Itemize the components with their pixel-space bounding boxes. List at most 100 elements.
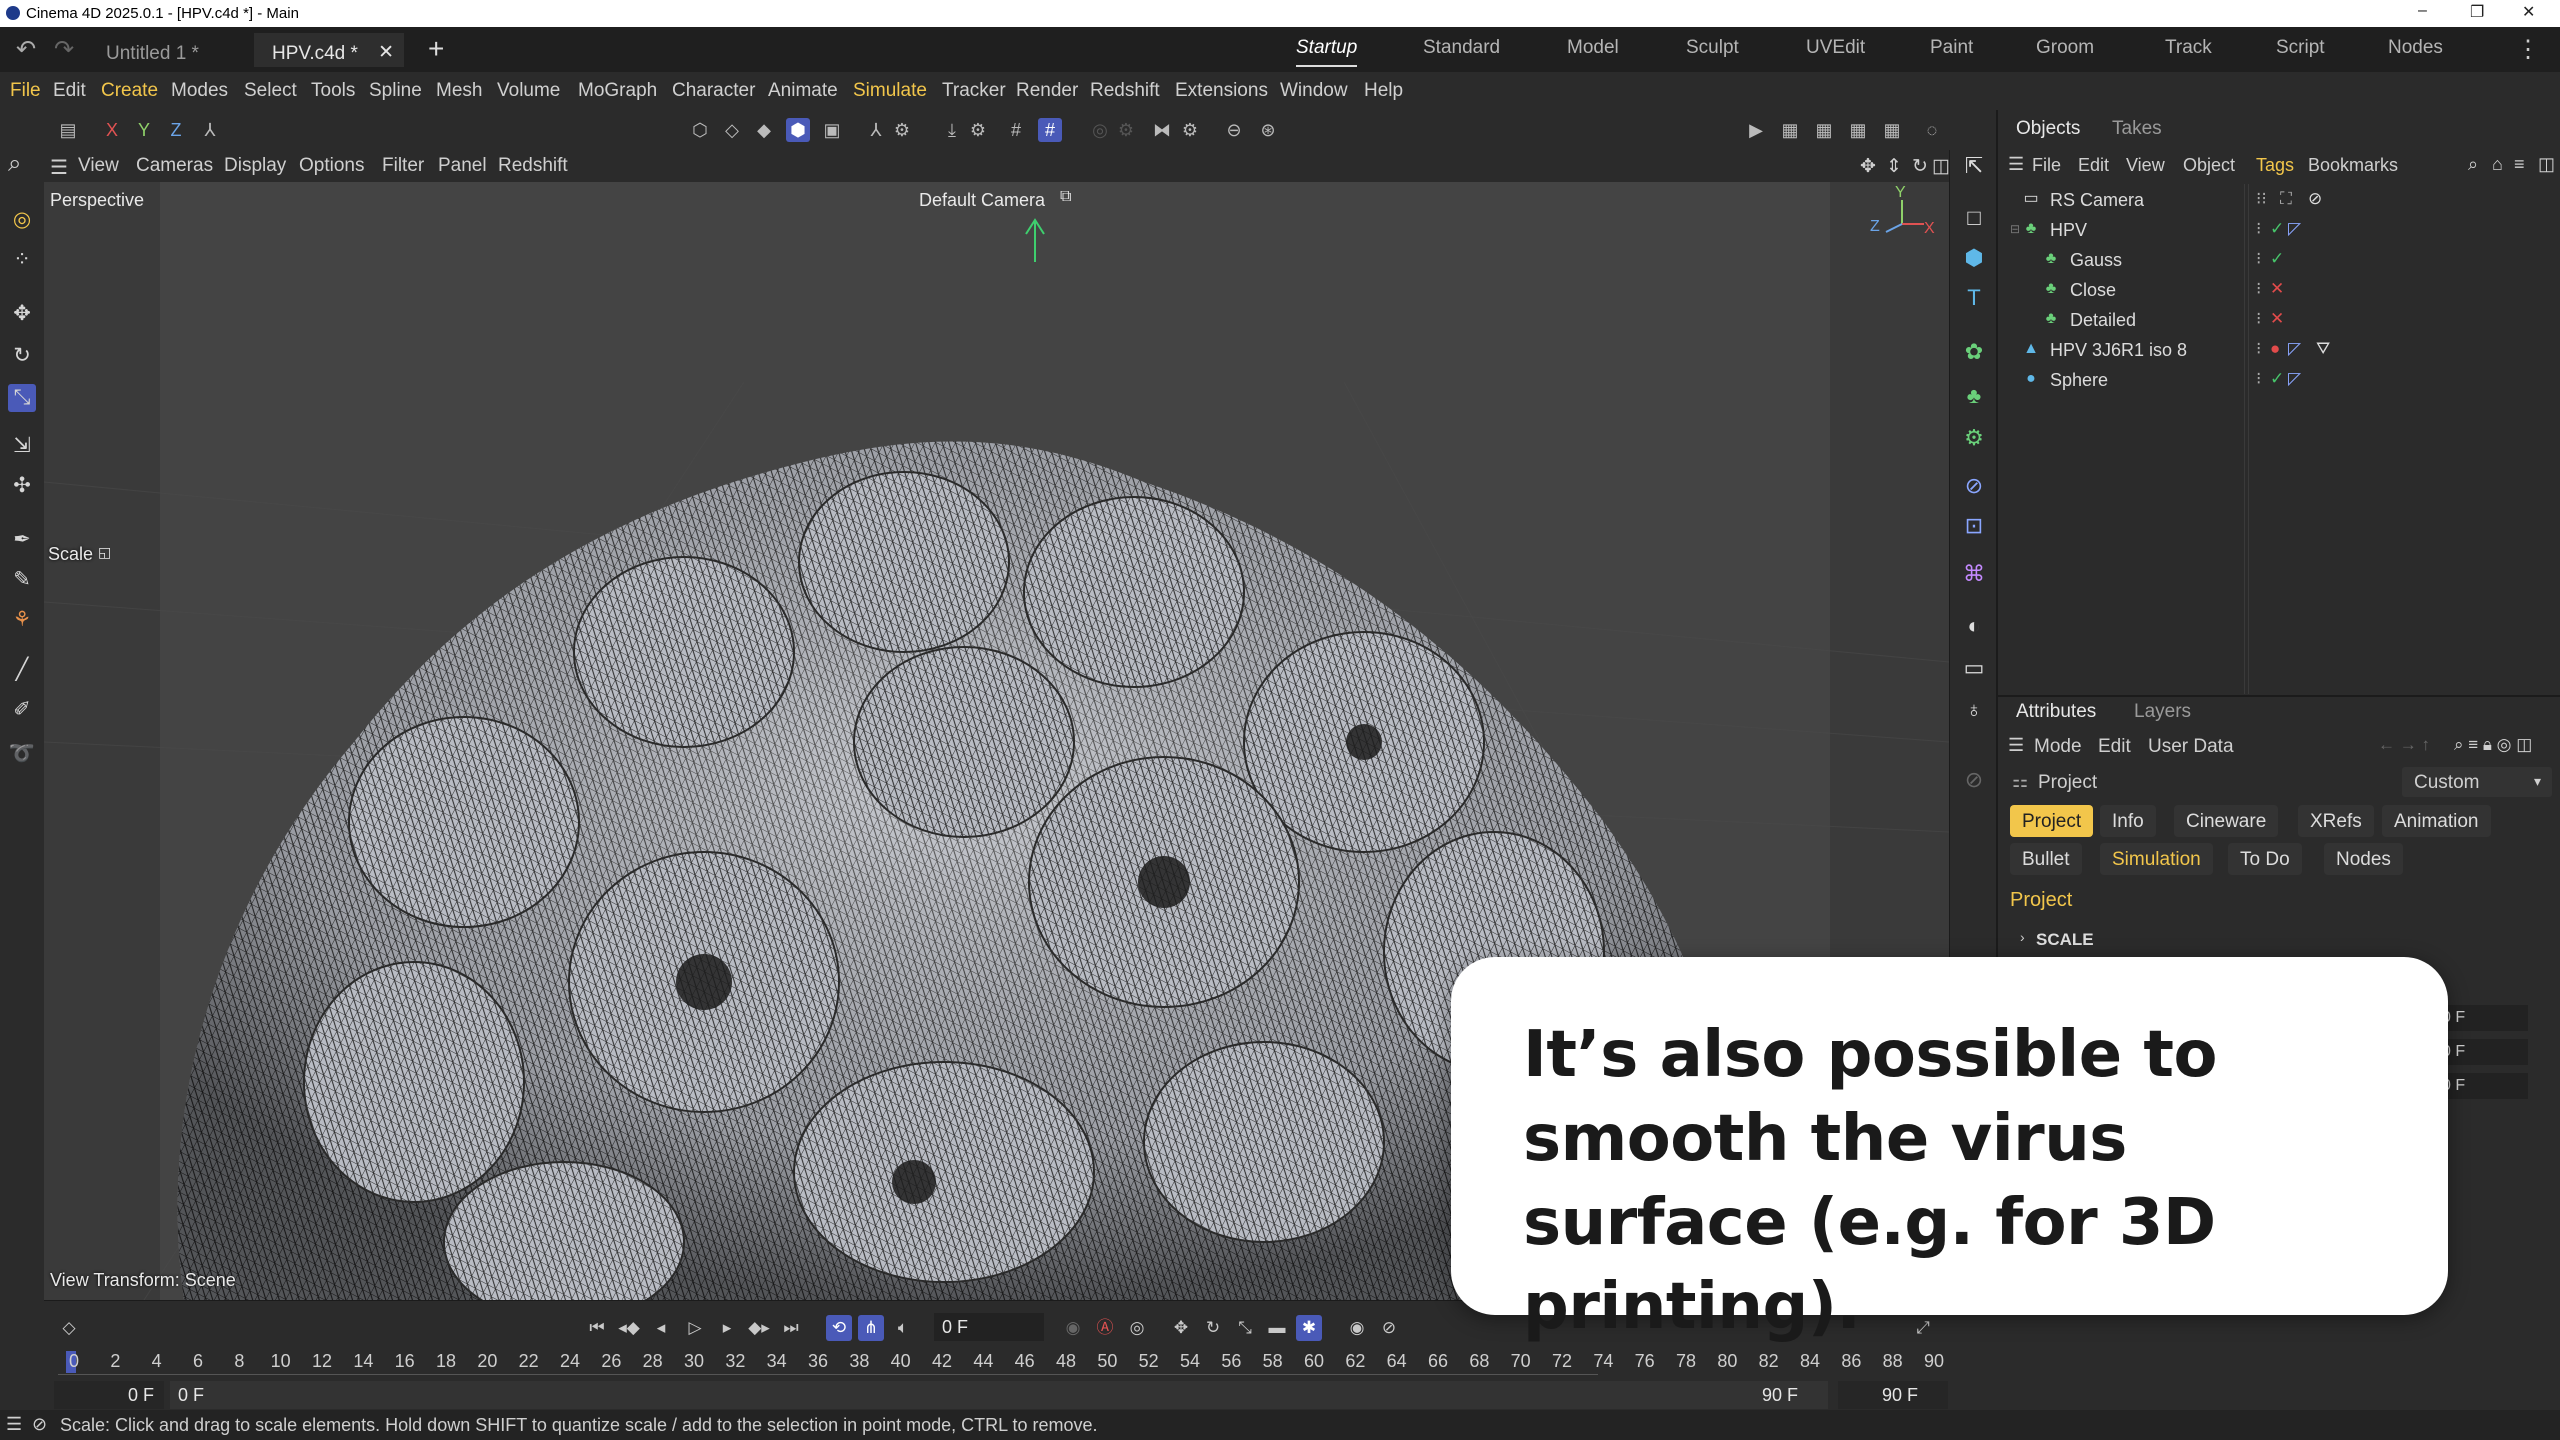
- add-tab-icon[interactable]: +: [428, 33, 444, 65]
- menu-edit[interactable]: Edit: [53, 80, 86, 102]
- viewport-menu-icon[interactable]: ☰: [50, 155, 68, 180]
- layout-track[interactable]: Track: [2165, 37, 2212, 59]
- magnet-tool-icon[interactable]: ➰: [8, 740, 36, 768]
- obj-menu-object[interactable]: Object: [2183, 155, 2235, 176]
- undo-icon[interactable]: ↶: [16, 35, 36, 64]
- maximize-button[interactable]: ❐: [2470, 2, 2484, 22]
- go-to-end-icon[interactable]: ⏭: [778, 1315, 804, 1341]
- sound-icon[interactable]: 🔈︎: [890, 1315, 916, 1341]
- value-field[interactable]: 0 F: [2438, 1005, 2528, 1031]
- vp-menu-display[interactable]: Display: [224, 155, 286, 177]
- value-field[interactable]: 0 F: [2438, 1073, 2528, 1099]
- phong-tag-icon[interactable]: ◸: [2288, 369, 2301, 389]
- object-row[interactable]: ● Sphere ⁝ ✓ ◸: [1998, 365, 2560, 395]
- selection-tool-icon[interactable]: ⇱: [1960, 152, 1988, 180]
- menu-help[interactable]: Help: [1364, 80, 1403, 102]
- brush-tool-icon[interactable]: ╱: [8, 656, 36, 684]
- tab-btn-project[interactable]: Project: [2010, 805, 2094, 837]
- pan-view-icon[interactable]: ✥: [1860, 155, 1876, 178]
- vp-menu-view[interactable]: View: [78, 155, 119, 177]
- record-icon[interactable]: ◉: [1060, 1315, 1086, 1341]
- search-icon[interactable]: ⌕: [8, 150, 21, 178]
- visibility-dots-icon[interactable]: ⁝⁝: [2256, 189, 2267, 209]
- menu-modes[interactable]: Modes: [171, 80, 228, 102]
- prev-frame-icon[interactable]: ◂: [648, 1315, 674, 1341]
- menu-tools[interactable]: Tools: [311, 80, 355, 102]
- record-pla-icon[interactable]: ✱: [1296, 1315, 1322, 1341]
- back-arrow-icon[interactable]: ← → ↑: [2378, 735, 2430, 755]
- axis-x-lock[interactable]: X: [100, 118, 124, 142]
- snap-grid-icon[interactable]: #: [1038, 118, 1062, 142]
- deformer-icon[interactable]: ⊘: [1960, 472, 1988, 500]
- phong-tag-icon[interactable]: ◸: [2288, 219, 2301, 239]
- rotate-tool-icon[interactable]: ↻: [8, 342, 36, 370]
- menu-mograph[interactable]: MoGraph: [578, 80, 657, 102]
- dolly-view-icon[interactable]: ⇕: [1886, 155, 1902, 178]
- field-icon[interactable]: ⊡: [1960, 512, 1988, 540]
- menu-volume[interactable]: Volume: [497, 80, 560, 102]
- menu-character[interactable]: Character: [672, 80, 755, 102]
- obj-menu-tags[interactable]: Tags: [2256, 155, 2294, 176]
- snap-tool-icon[interactable]: ✣: [8, 472, 36, 500]
- orbit-view-icon[interactable]: ↻: [1912, 155, 1928, 178]
- deformer-brush-icon[interactable]: ⚘: [8, 606, 36, 634]
- autokey-icon[interactable]: Ⓐ: [1092, 1315, 1118, 1341]
- object-row[interactable]: ▲ HPV 3J6R1 iso 8 ⁝ ● ◸ ⛛: [1998, 335, 2560, 365]
- coordinate-system-icon[interactable]: ⅄: [198, 118, 222, 142]
- object-row[interactable]: ♣ Detailed ⁝ ✕: [1998, 305, 2560, 335]
- spline-icon[interactable]: ⌘: [1960, 560, 1988, 588]
- points-mode-icon[interactable]: ⬡: [688, 118, 712, 142]
- value-field[interactable]: 0 F: [2438, 1039, 2528, 1065]
- cube-icon[interactable]: ⬢: [1960, 244, 1988, 272]
- prev-key-icon[interactable]: ◂◆: [616, 1315, 642, 1341]
- camera-label[interactable]: Default Camera: [919, 190, 1045, 211]
- obj-menu-view[interactable]: View: [2126, 155, 2165, 176]
- menu-spline[interactable]: Spline: [369, 80, 422, 102]
- redshift-ipr-icon[interactable]: ◌: [1920, 118, 1944, 142]
- filter-icon[interactable]: ≡: [2514, 154, 2525, 175]
- preset-dropdown[interactable]: Custom ▾: [2402, 767, 2552, 797]
- next-frame-icon[interactable]: ▸: [714, 1315, 740, 1341]
- text-icon[interactable]: T: [1960, 284, 1988, 312]
- texture-mode-icon[interactable]: ▣: [820, 118, 844, 142]
- live-selection-icon[interactable]: ◎: [8, 206, 36, 234]
- visibility-dots-icon[interactable]: ⁝: [2256, 309, 2261, 329]
- menu-create[interactable]: Create: [101, 80, 158, 102]
- camera-icon[interactable]: ▭: [1960, 654, 1988, 682]
- layer-dot-icon[interactable]: ●: [2270, 339, 2280, 359]
- close-button[interactable]: ✕: [2522, 2, 2535, 22]
- minimize-button[interactable]: –: [2418, 2, 2427, 20]
- visibility-dots-icon[interactable]: ⁝: [2256, 339, 2261, 359]
- doc-tab-untitled[interactable]: Untitled 1 *: [88, 33, 248, 67]
- end-max-field[interactable]: 90 F: [1838, 1381, 1948, 1409]
- chevron-right-icon[interactable]: ›: [2020, 929, 2025, 945]
- tool-pin-icon[interactable]: ◱: [98, 544, 111, 561]
- menu-file[interactable]: File: [10, 80, 41, 102]
- layout-groom[interactable]: Groom: [2036, 37, 2094, 59]
- visibility-dots-icon[interactable]: ⁝: [2256, 219, 2261, 239]
- tab-btn-bullet[interactable]: Bullet: [2010, 843, 2082, 875]
- record-scale-icon[interactable]: ⤡: [1232, 1315, 1258, 1341]
- expand-icon[interactable]: ◫: [2538, 154, 2555, 175]
- soft-settings-icon[interactable]: ⚙: [966, 118, 990, 142]
- vp-menu-filter[interactable]: Filter: [382, 155, 424, 177]
- render-settings-icon[interactable]: ▦: [1880, 118, 1904, 142]
- layout-sculpt[interactable]: Sculpt: [1686, 37, 1739, 59]
- visibility-dots-icon[interactable]: ⁝: [2256, 369, 2261, 389]
- disabled-cross-icon[interactable]: ✕: [2270, 279, 2284, 299]
- menu-extensions[interactable]: Extensions: [1175, 80, 1268, 102]
- move-tool-icon[interactable]: ✥: [8, 300, 36, 328]
- scale-tool-icon[interactable]: ⤡: [8, 384, 36, 412]
- symmetry-icon[interactable]: ⧓: [1150, 118, 1174, 142]
- layout-paint[interactable]: Paint: [1930, 37, 1973, 59]
- tag-icon[interactable]: ⛶: [2280, 189, 2292, 209]
- layout-uvedit[interactable]: UVEdit: [1806, 37, 1865, 59]
- tab-attributes[interactable]: Attributes: [2016, 701, 2096, 723]
- keyframe-icon[interactable]: ◇: [56, 1315, 82, 1341]
- snapping-icon[interactable]: ⊛: [1256, 118, 1280, 142]
- attr-menu-edit[interactable]: Edit: [2098, 736, 2131, 758]
- transform-tool-icon[interactable]: ⇲: [8, 432, 36, 460]
- object-row[interactable]: ⊟ ♣ HPV ⁝ ✓ ◸: [1998, 215, 2560, 245]
- frame-icon[interactable]: □: [1960, 204, 1988, 232]
- tab-objects[interactable]: Objects: [2016, 118, 2080, 140]
